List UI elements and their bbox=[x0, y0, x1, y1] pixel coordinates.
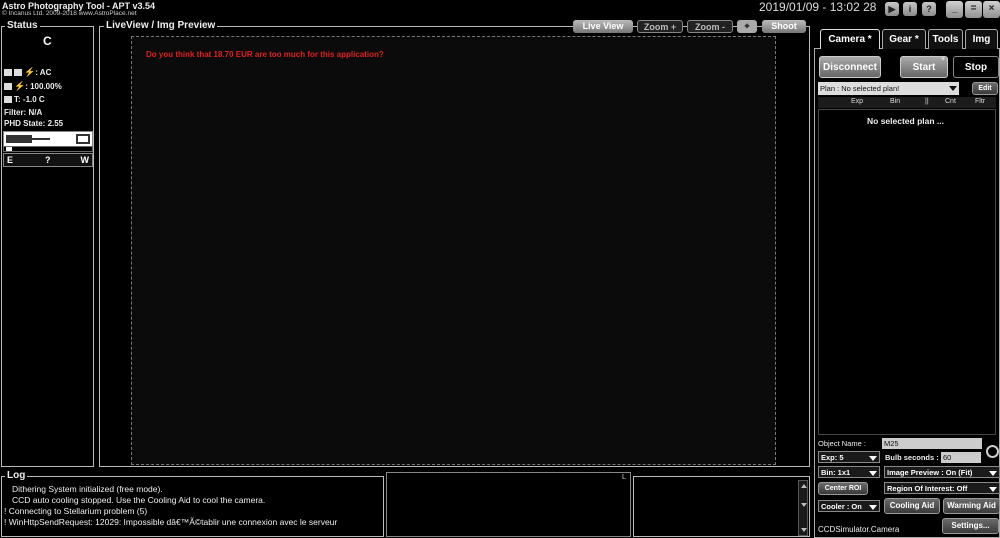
histogram-indicator: L bbox=[622, 474, 626, 481]
filter-status: Filter: N/A bbox=[4, 108, 43, 117]
tab-gear[interactable]: Gear * bbox=[882, 29, 926, 49]
battery-icon bbox=[14, 69, 22, 77]
exposure-dropdown[interactable]: Exp: 5 bbox=[818, 451, 880, 463]
chevron-down-icon bbox=[869, 471, 877, 476]
cube-icon bbox=[4, 96, 12, 104]
help-icon[interactable]: ? bbox=[922, 2, 936, 16]
roi-dropdown[interactable]: Region Of Interest: Off bbox=[884, 482, 1000, 494]
direction-unknown: ? bbox=[45, 155, 51, 165]
liveview-label: LiveView / Img Preview bbox=[104, 20, 218, 31]
chevron-down-icon bbox=[989, 487, 997, 492]
zoom-in-button[interactable]: Zoom + bbox=[637, 20, 683, 33]
start-plus-icon: + bbox=[941, 56, 946, 63]
stop-button[interactable]: Stop bbox=[953, 56, 999, 78]
phd-state: PHD State: 2.55 bbox=[4, 119, 64, 128]
minimize-icon[interactable]: _ bbox=[946, 1, 963, 18]
log-label: Log bbox=[5, 470, 28, 481]
cube-icon bbox=[4, 83, 12, 91]
bulb-seconds-label: Bulb seconds : bbox=[885, 453, 939, 462]
image-preview-dropdown[interactable]: Image Preview : On (Fit) bbox=[884, 466, 1000, 478]
direction-west: W bbox=[80, 155, 90, 165]
direction-bar: E ? W bbox=[3, 153, 93, 167]
center-roi-button[interactable]: Center ROI bbox=[818, 482, 868, 495]
column-fltr: Fltr bbox=[975, 98, 986, 105]
log-line: ! Connecting to Stellarium problem (5) bbox=[4, 506, 148, 516]
column-exp: Exp bbox=[851, 98, 864, 105]
object-name-label: Object Name : bbox=[818, 439, 866, 448]
warming-aid-button[interactable]: Warming Aid bbox=[943, 498, 1000, 514]
log-side-panel bbox=[633, 476, 810, 537]
chevron-down-icon bbox=[949, 86, 957, 91]
log-scrollbar[interactable] bbox=[798, 480, 808, 536]
plan-table-header: Exp Bin || Cnt Fltr bbox=[818, 97, 996, 108]
power-row: ⚡: AC bbox=[4, 67, 51, 78]
direction-east: E bbox=[7, 155, 14, 165]
plan-dropdown[interactable]: Plan : No selected plan! bbox=[818, 82, 959, 95]
log-line: ! WinHttpSendRequest: 12029: Impossible … bbox=[4, 517, 338, 527]
log-line: Dithering System initialized (free mode)… bbox=[12, 484, 163, 494]
bin-dropdown[interactable]: Bin: 1x1 bbox=[818, 466, 880, 478]
log-line: CCD auto cooling stopped. Use the Coolin… bbox=[12, 495, 266, 505]
image-preview[interactable] bbox=[131, 36, 776, 465]
battery-row: ⚡: 100.00% bbox=[4, 81, 62, 92]
disconnect-button[interactable]: Disconnect bbox=[819, 56, 881, 78]
status-label: Status bbox=[5, 20, 40, 31]
histogram-panel bbox=[386, 472, 631, 537]
crosshair-icon[interactable]: ⌖ bbox=[737, 20, 757, 33]
edit-plan-button[interactable]: Edit bbox=[972, 82, 998, 95]
plug-icon: ⚡ bbox=[24, 67, 36, 77]
datetime: 2019/01/09 - 13:02 28 bbox=[759, 0, 877, 14]
bolt-icon: ⚡ bbox=[14, 81, 26, 91]
donation-message: Do you think that 18.70 EUR are too much… bbox=[146, 50, 384, 59]
maximize-icon[interactable]: = bbox=[965, 1, 982, 18]
tab-img[interactable]: Img bbox=[965, 29, 998, 49]
column-pause: || bbox=[925, 98, 929, 105]
chevron-down-icon bbox=[869, 505, 877, 510]
status-panel bbox=[1, 26, 94, 467]
cooler-dropdown[interactable]: Cooler : On bbox=[818, 500, 880, 512]
tab-camera[interactable]: Camera * bbox=[820, 29, 880, 49]
cooling-aid-button[interactable]: Cooling Aid bbox=[884, 498, 940, 514]
close-icon[interactable]: × bbox=[983, 1, 1000, 18]
compass-letter: C bbox=[43, 34, 52, 48]
laptop-icon bbox=[4, 69, 12, 77]
settings-button[interactable]: Settings... bbox=[942, 518, 999, 534]
chevron-down-icon bbox=[869, 456, 877, 461]
play-icon[interactable]: ▶ bbox=[885, 2, 899, 16]
chevron-down-icon bbox=[989, 471, 997, 476]
zoom-out-button[interactable]: Zoom - bbox=[687, 20, 733, 33]
column-cnt: Cnt bbox=[945, 98, 956, 105]
object-name-input[interactable]: M25 bbox=[882, 438, 982, 449]
live-view-button[interactable]: Live View bbox=[573, 20, 633, 33]
gauge-track bbox=[3, 146, 93, 152]
bulb-seconds-input[interactable]: 60 bbox=[941, 452, 981, 463]
tab-tools[interactable]: Tools bbox=[928, 29, 963, 49]
column-bin: Bin bbox=[890, 98, 901, 105]
guiding-gauge bbox=[3, 131, 93, 147]
shoot-button[interactable]: Shoot bbox=[762, 20, 806, 33]
no-plan-message: No selected plan ... bbox=[867, 116, 944, 126]
info-icon[interactable]: i bbox=[903, 2, 917, 16]
temperature-row: T: -1.0 C bbox=[4, 95, 45, 104]
target-icon[interactable] bbox=[986, 445, 999, 458]
app-copyright: © Incanus Ltd. 2009-2018 www.AstroPlace.… bbox=[2, 10, 137, 17]
camera-name: CCDSimulator.Camera bbox=[818, 525, 900, 534]
plan-list[interactable] bbox=[818, 109, 996, 435]
